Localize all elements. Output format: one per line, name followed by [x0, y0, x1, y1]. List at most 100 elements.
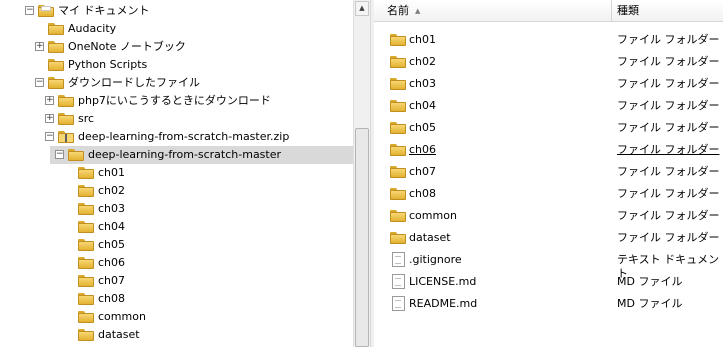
collapse-minus-icon[interactable]: − [55, 150, 64, 159]
tree-item-label: Audacity [68, 22, 117, 35]
tree-item-label: ダウンロードしたファイル [68, 76, 200, 89]
folder-icon [78, 239, 94, 251]
file-type: ファイル フォルダー [617, 209, 720, 222]
file-type: ファイル フォルダー [617, 187, 720, 200]
file-type: ファイル フォルダー [617, 33, 720, 46]
folder-icon [390, 210, 406, 222]
folder-icon [390, 188, 406, 200]
list-item[interactable]: ch04 ファイル フォルダー [374, 95, 723, 117]
tree-item[interactable]: − ダウンロードしたファイル [0, 74, 353, 92]
list-item[interactable]: .gitignore テキスト ドキュメント [374, 249, 723, 280]
tree-item[interactable]: − マイ ドキュメント [0, 2, 353, 20]
tree-item-label: common [98, 310, 146, 323]
collapse-minus-icon[interactable]: − [25, 6, 34, 15]
file-type: ファイル フォルダー [617, 99, 720, 112]
folder-tree-pane[interactable]: − マイ ドキュメント Audacity + OneNote ノートブック Python … [0, 0, 353, 347]
tree-item[interactable]: ch03 [0, 200, 353, 218]
file-type: ファイル フォルダー [617, 143, 720, 156]
file-name: ch02 [409, 55, 437, 68]
tree-item[interactable]: dataset [0, 326, 353, 344]
tree-item-label: ch08 [98, 292, 126, 305]
tree-item-label: Python Scripts [68, 58, 148, 71]
tree-item-label: ch02 [98, 184, 126, 197]
file-list-pane[interactable]: 名前 ▲ 種類 ch01 ファイル フォルダー ch02 ファイル フォルダー ch03 フ… [374, 0, 723, 347]
list-header: 名前 ▲ 種類 [374, 0, 723, 22]
folder-icon [390, 122, 406, 134]
list-item[interactable]: ch07 ファイル フォルダー [374, 161, 723, 183]
folder-icon [390, 144, 406, 156]
list-item[interactable]: ch02 ファイル フォルダー [374, 51, 723, 73]
list-item[interactable]: LICENSE.md MD ファイル [374, 271, 723, 293]
list-item[interactable]: dataset ファイル フォルダー [374, 227, 723, 249]
tree-item[interactable]: ch04 [0, 218, 353, 236]
tree-item[interactable]: + src [0, 110, 353, 128]
tree-item[interactable]: ch05 [0, 236, 353, 254]
tree-item[interactable]: ch07 [0, 272, 353, 290]
text-file-icon [392, 252, 405, 267]
list-item[interactable]: common ファイル フォルダー [374, 205, 723, 227]
tree-item[interactable]: + php7にいこうするときにダウンロード [0, 92, 353, 110]
list-item[interactable]: ch08 ファイル フォルダー [374, 183, 723, 205]
file-name: LICENSE.md [409, 275, 477, 288]
tree-item-label: deep-learning-from-scratch-master [88, 148, 282, 161]
folder-icon [78, 257, 94, 269]
tree-item-label: ch04 [98, 220, 126, 233]
file-name: ch08 [409, 187, 437, 200]
tree-item-label: deep-learning-from-scratch-master.zip [78, 130, 290, 143]
folder-icon [390, 34, 406, 46]
tree-item[interactable]: ch01 [0, 164, 353, 182]
tree-item-label: ch06 [98, 256, 126, 269]
folder-icon [58, 95, 74, 107]
expand-plus-icon[interactable]: + [45, 96, 54, 105]
list-item[interactable]: README.md MD ファイル [374, 293, 723, 315]
tree-item[interactable]: ch06 [0, 254, 353, 272]
folder-icon [78, 221, 94, 233]
tree-item[interactable]: ch08 [0, 290, 353, 308]
folder-icon [390, 78, 406, 90]
tree-item[interactable]: ch02 [0, 182, 353, 200]
collapse-minus-icon[interactable]: − [45, 132, 54, 141]
file-type: ファイル フォルダー [617, 55, 720, 68]
tree-item-label: ch01 [98, 166, 126, 179]
tree-item-label: ch05 [98, 238, 126, 251]
folder-icon [48, 77, 64, 89]
folder-icon [390, 232, 406, 244]
file-name: ch06 [409, 143, 437, 156]
tree-item-label: マイ ドキュメント [58, 4, 150, 17]
scrollbar-thumb[interactable] [355, 128, 369, 347]
file-type: ファイル フォルダー [617, 121, 720, 134]
file-name: common [409, 209, 457, 222]
list-item[interactable]: ch06 ファイル フォルダー [374, 139, 723, 161]
folder-icon [78, 185, 94, 197]
folder-icon [48, 41, 64, 53]
expand-plus-icon[interactable]: + [45, 114, 54, 123]
scroll-up-arrow-icon[interactable]: ▲ [355, 1, 369, 16]
file-icon [392, 296, 405, 311]
folder-icon [58, 113, 74, 125]
tree-item-label: OneNote ノートブック [68, 40, 186, 53]
list-item[interactable]: ch01 ファイル フォルダー [374, 29, 723, 51]
tree-item-label: dataset [98, 328, 140, 341]
tree-vertical-scrollbar[interactable]: ▲ [353, 0, 370, 347]
collapse-minus-icon[interactable]: − [35, 78, 44, 87]
tree-item[interactable]: − deep-learning-from-scratch-master [50, 146, 353, 164]
tree-item[interactable]: − deep-learning-from-scratch-master.zip [0, 128, 353, 146]
tree-item[interactable]: Python Scripts [0, 56, 353, 74]
expand-plus-icon[interactable]: + [35, 42, 44, 51]
folder-icon [48, 23, 64, 35]
column-header-name[interactable]: 名前 ▲ [374, 0, 612, 21]
tree-item-label: ch03 [98, 202, 126, 215]
list-item[interactable]: ch03 ファイル フォルダー [374, 73, 723, 95]
file-name: ch04 [409, 99, 437, 112]
list-item[interactable]: ch05 ファイル フォルダー [374, 117, 723, 139]
tree-item-label: ch07 [98, 274, 126, 287]
folder-icon [78, 293, 94, 305]
tree-item[interactable]: + OneNote ノートブック [0, 38, 353, 56]
file-name: ch01 [409, 33, 437, 46]
folder-icon [48, 59, 64, 71]
tree-item[interactable]: common [0, 308, 353, 326]
tree-item[interactable]: Audacity [0, 20, 353, 38]
folder-icon [390, 100, 406, 112]
column-header-type[interactable]: 種類 [612, 0, 723, 21]
file-name: ch05 [409, 121, 437, 134]
